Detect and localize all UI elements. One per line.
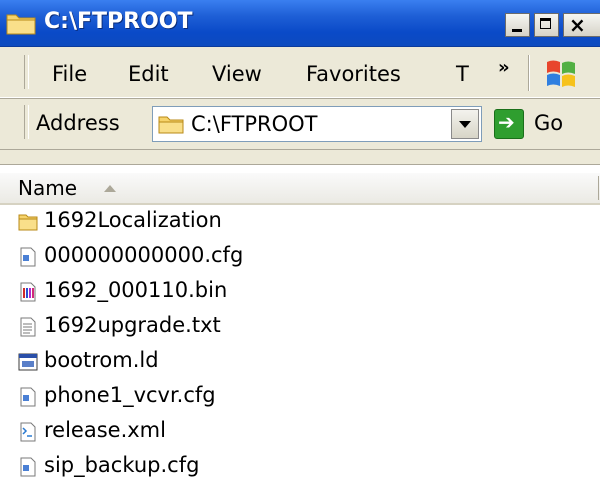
go-button[interactable]: Go	[494, 107, 594, 141]
ld-file-icon	[18, 353, 38, 371]
xml-file-icon	[20, 422, 36, 442]
address-grip[interactable]	[24, 105, 29, 139]
file-name: sip_backup.cfg	[44, 453, 200, 477]
menu-favorites[interactable]: Favorites	[306, 62, 401, 86]
title-bar[interactable]: C:\FTPROOT ×	[0, 0, 600, 47]
file-name: 1692_000110.bin	[44, 278, 228, 302]
text-file-icon	[20, 317, 36, 337]
list-item[interactable]: bootrom.ld	[18, 348, 578, 376]
list-item[interactable]: 1692_000110.bin	[18, 278, 578, 306]
column-header-name[interactable]: Name	[0, 173, 600, 205]
address-value: C:\FTPROOT	[191, 112, 318, 136]
maximize-button[interactable]	[534, 13, 559, 37]
column-divider[interactable]	[598, 176, 599, 200]
go-label: Go	[534, 111, 564, 135]
window-title: C:\FTPROOT	[44, 9, 193, 34]
file-name: release.xml	[44, 418, 166, 442]
menu-tools[interactable]: T	[456, 62, 469, 86]
cfg-file-icon	[20, 457, 36, 477]
menu-bar: File Edit View Favorites T »	[0, 47, 600, 98]
cfg-file-icon	[20, 247, 36, 267]
toolbar-grip[interactable]	[24, 55, 29, 89]
address-label: Address	[36, 111, 120, 135]
address-dropdown-button[interactable]	[451, 109, 479, 139]
column-name-label: Name	[18, 176, 78, 200]
bin-file-icon	[20, 282, 36, 302]
file-name: 1692Localization	[44, 208, 222, 232]
folder-icon	[18, 214, 38, 231]
file-name: 000000000000.cfg	[44, 243, 244, 267]
folder-icon	[6, 14, 36, 35]
list-item[interactable]: release.xml	[18, 418, 578, 446]
windows-logo-icon	[547, 60, 575, 87]
list-item[interactable]: phone1_vcvr.cfg	[18, 383, 578, 411]
file-name: phone1_vcvr.cfg	[44, 383, 216, 407]
list-item[interactable]: 1692Localization	[18, 208, 578, 236]
minimize-button[interactable]	[505, 13, 530, 37]
explorer-window: C:\FTPROOT × File Edit View Favorites T …	[0, 0, 600, 495]
file-name: 1692upgrade.txt	[44, 313, 221, 337]
menu-view[interactable]: View	[212, 62, 262, 86]
menu-overflow-chevron[interactable]: »	[498, 57, 510, 78]
toolbar-separator	[528, 55, 530, 91]
file-name: bootrom.ld	[44, 348, 159, 372]
menu-edit[interactable]: Edit	[128, 62, 169, 86]
sort-ascending-icon	[104, 185, 116, 192]
go-arrow-icon	[494, 109, 524, 139]
close-icon: ×	[569, 13, 586, 37]
address-input[interactable]: C:\FTPROOT	[152, 106, 482, 142]
menu-file[interactable]: File	[52, 62, 87, 86]
list-item[interactable]: 000000000000.cfg	[18, 243, 578, 271]
list-item[interactable]: 1692upgrade.txt	[18, 313, 578, 341]
folder-icon	[158, 116, 184, 134]
close-button[interactable]: ×	[563, 13, 600, 37]
cfg-file-icon	[20, 387, 36, 407]
list-item[interactable]: sip_backup.cfg	[18, 453, 578, 481]
address-bar: Address C:\FTPROOT Go	[0, 98, 600, 150]
